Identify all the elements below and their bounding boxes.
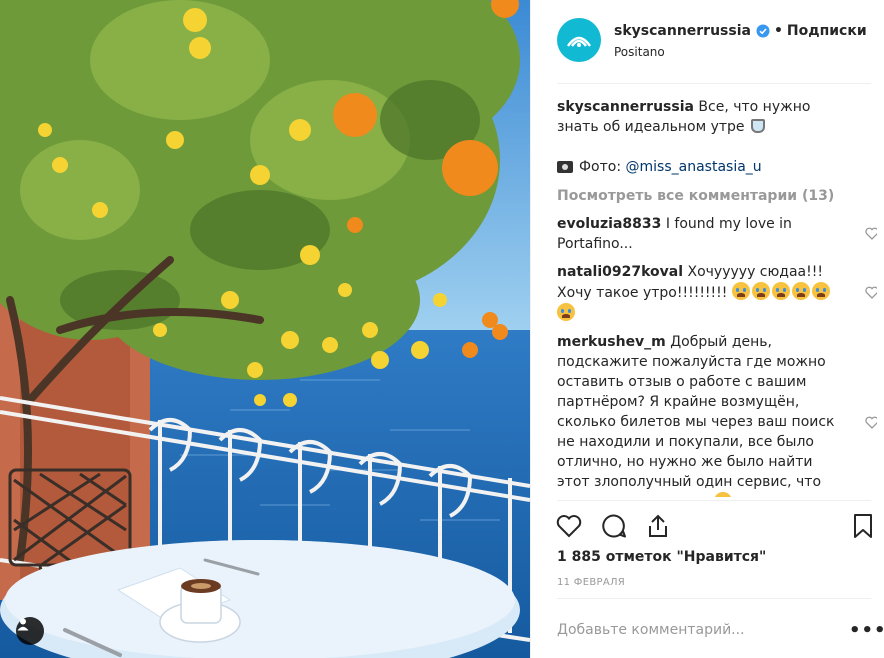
add-comment-input[interactable]: Добавьте комментарий... (557, 622, 745, 638)
crying-face-emoji-icon (811, 282, 830, 300)
bookmark-icon (854, 514, 872, 538)
comment-button[interactable] (600, 512, 628, 540)
post-photo[interactable] (0, 0, 530, 658)
sad-face-emoji-icon (714, 492, 733, 497)
caption-username[interactable]: skyscannerrussia (557, 99, 694, 115)
crying-face-emoji-icon (557, 303, 575, 321)
photo-credit-link[interactable]: @miss_anastasia_u (626, 157, 762, 177)
post-author-username[interactable]: skyscannerrussia (614, 23, 751, 39)
heart-icon (556, 515, 582, 538)
comment-item: merkushev_m Добрый день, подскажите пожа… (557, 332, 877, 497)
crying-face-emoji-icon (731, 282, 750, 300)
photo-illustration (0, 0, 530, 658)
header-username-row: skyscannerrussia • Подписки (614, 23, 867, 39)
more-options-button[interactable]: ••• (849, 620, 884, 641)
user-tag-icon (17, 618, 29, 631)
comment-text: Добрый день, подскажите пожалуйста где м… (557, 334, 835, 497)
coffee-emoji-icon (750, 119, 765, 133)
comment-like-heart-icon[interactable] (865, 286, 877, 299)
post-details-panel: skyscannerrussia • Подписки Positano sky… (530, 0, 884, 658)
likes-count[interactable]: 1 885 отметок "Нравится" (557, 549, 766, 565)
comment-item: natali0927koval Хочууууу сюдаа!!! Хочу т… (557, 262, 877, 324)
post-date: 11 ФЕВРАЛЯ (557, 577, 626, 588)
crying-face-emoji-icon (791, 282, 810, 300)
post-actions-bar (531, 500, 884, 550)
comment-username[interactable]: merkushev_m (557, 334, 666, 350)
avatar[interactable] (557, 18, 601, 62)
following-button[interactable]: Подписки (787, 23, 867, 39)
crying-face-emoji-icon (771, 282, 790, 300)
post-location[interactable]: Positano (614, 45, 665, 59)
post-caption: skyscannerrussia Все, что нужно знать об… (557, 97, 837, 137)
view-all-comments-link[interactable]: Посмотреть все комментарии (13) (557, 186, 877, 206)
like-button[interactable] (555, 512, 583, 540)
photo-credit-label: Фото: (579, 159, 622, 175)
header-divider (557, 83, 871, 84)
photo-credit: Фото: @miss_anastasia_u (557, 157, 877, 177)
add-comment-divider (557, 598, 871, 599)
comment-like-heart-icon[interactable] (865, 227, 877, 240)
post-header: skyscannerrussia • Подписки Positano (531, 0, 884, 83)
user-tag-button[interactable] (16, 617, 44, 645)
share-button[interactable] (644, 512, 672, 540)
save-button[interactable] (849, 512, 877, 540)
comment-icon (602, 514, 626, 538)
comment-username[interactable]: evoluzia8833 (557, 216, 661, 232)
comment-item: evoluzia8833 I found my love in Portafin… (557, 214, 877, 254)
comment-username[interactable]: natali0927koval (557, 264, 683, 280)
comment-like-heart-icon[interactable] (865, 416, 877, 429)
share-icon (649, 514, 667, 537)
verified-badge-icon (756, 24, 770, 38)
camera-emoji-icon (557, 161, 573, 173)
follow-separator: • (773, 23, 783, 39)
crying-face-emoji-icon (751, 282, 770, 300)
comments-section: skyscannerrussia Все, что нужно знать об… (557, 97, 877, 497)
skyscanner-logo-icon (567, 36, 591, 47)
